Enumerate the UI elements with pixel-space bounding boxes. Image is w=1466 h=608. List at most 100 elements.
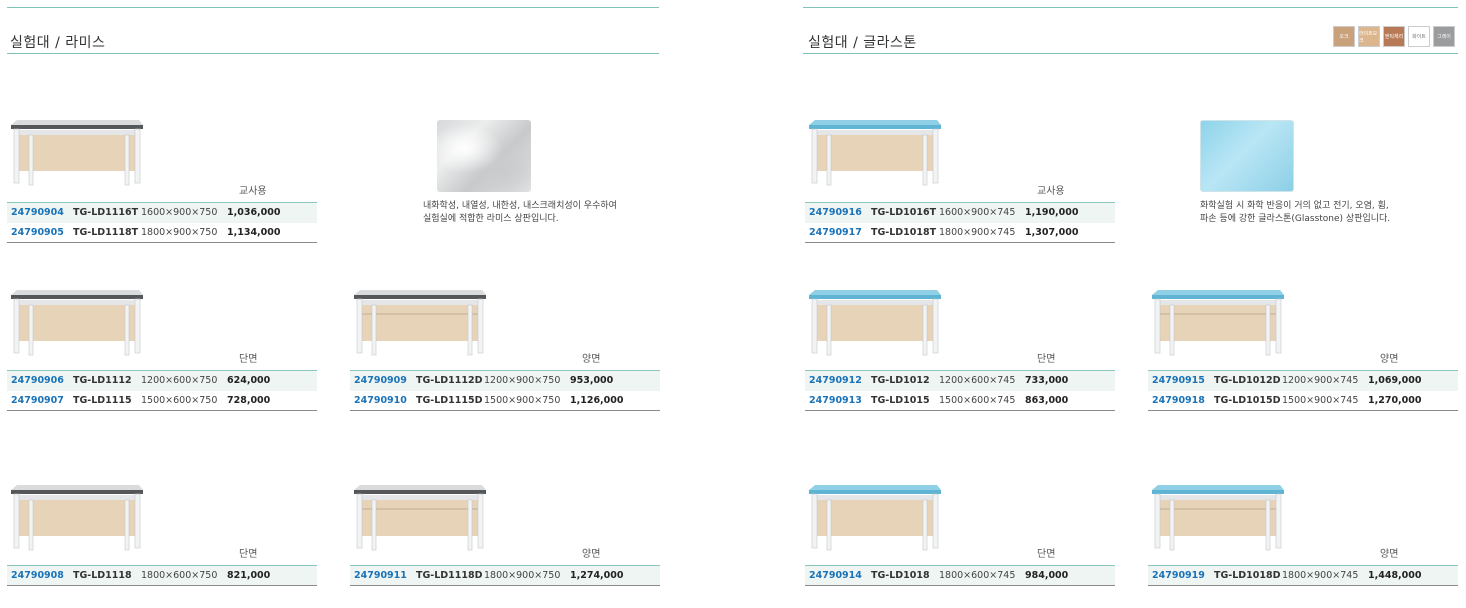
table-row: 24790905 TG-LD1118T 1800×900×750 1,134,000 [7, 223, 317, 243]
model-number: TG-LD1115 [73, 394, 132, 406]
table-row: 24790906 TG-LD1112 1200×600×750 624,000 [7, 370, 317, 391]
table-row: 24790919 TG-LD1018D 1800×900×745 1,448,000 [1148, 565, 1458, 586]
top-rule-right [803, 7, 1458, 8]
usage-label: 교사용 [239, 186, 267, 197]
dimensions: 1800×900×750 [484, 570, 561, 581]
table-row: 24790914 TG-LD1018 1800×600×745 984,000 [805, 565, 1115, 586]
lab-table-image [7, 288, 147, 363]
price: 1,448,000 [1368, 570, 1422, 581]
table-row: 24790912 TG-LD1012 1200×600×745 733,000 [805, 370, 1115, 391]
model-number: TG-LD1015 [871, 394, 930, 406]
product-code: 24790915 [1152, 375, 1205, 387]
usage-label: 교사용 [1037, 186, 1065, 197]
lamis-sample-image [437, 120, 531, 192]
section-title-left: 실험대 / 라미스 [10, 35, 106, 51]
usage-label: 양면 [582, 549, 601, 560]
top-rule-left [7, 7, 659, 8]
price: 863,000 [1025, 394, 1069, 406]
dimensions: 1200×900×745 [1282, 375, 1359, 387]
dimensions: 1200×600×745 [939, 375, 1016, 387]
lab-table-image [805, 483, 945, 558]
usage-label: 단면 [239, 354, 258, 365]
product-code: 24790909 [354, 375, 407, 387]
swatch-oak: 오크 [1333, 26, 1355, 47]
lamis-description: 내화학성, 내열성, 내한성, 내스크래치성이 우수하여 실험실에 적합한 라미… [423, 201, 617, 224]
table-row: 24790916 TG-LD1016T 1600×900×745 1,190,000 [805, 202, 1115, 223]
dimensions: 1500×900×750 [484, 394, 561, 406]
lab-table-image [805, 118, 945, 193]
model-number: TG-LD1118D [416, 570, 483, 581]
dimensions: 1800×900×745 [1282, 570, 1359, 581]
usage-label: 단면 [1037, 354, 1056, 365]
model-number: TG-LD1115D [416, 394, 483, 406]
product-code: 24790912 [809, 375, 862, 387]
title-rule-right [803, 53, 1458, 54]
model-number: TG-LD1118T [73, 226, 139, 238]
swatch-antique-cherry: 엔틱체리 [1383, 26, 1405, 47]
lab-table-image [805, 288, 945, 363]
dimensions: 1200×900×750 [484, 375, 561, 387]
dimensions: 1600×900×750 [141, 207, 218, 219]
product-code: 24790917 [809, 226, 862, 238]
table-row: 24790910 TG-LD1115D 1500×900×750 1,126,000 [350, 391, 660, 411]
price: 1,270,000 [1368, 394, 1422, 406]
price: 1,126,000 [570, 394, 624, 406]
model-number: TG-LD1112 [73, 375, 132, 387]
section-title-right: 실험대 / 글라스톤 [808, 35, 917, 51]
lab-table-image [7, 483, 147, 558]
table-row: 24790907 TG-LD1115 1500×600×750 728,000 [7, 391, 317, 411]
price: 1,307,000 [1025, 226, 1079, 238]
price: 953,000 [570, 375, 614, 387]
product-table: 24790915 TG-LD1012D 1200×900×745 1,069,000 2… [1148, 370, 1458, 411]
product-code: 24790910 [354, 394, 407, 406]
dimensions: 1800×600×745 [939, 570, 1016, 581]
table-row: 24790909 TG-LD1112D 1200×900×750 953,000 [350, 370, 660, 391]
table-row: 24790911 TG-LD1118D 1800×900×750 1,274,000 [350, 565, 660, 586]
product-code: 24790913 [809, 394, 862, 406]
price: 733,000 [1025, 375, 1069, 387]
product-table: 24790911 TG-LD1118D 1800×900×750 1,274,000 [350, 565, 660, 586]
model-number: TG-LD1018T [871, 226, 937, 238]
product-table: 24790916 TG-LD1016T 1600×900×745 1,190,000 2… [805, 202, 1115, 243]
usage-label: 단면 [1037, 549, 1056, 560]
usage-label: 단면 [239, 549, 258, 560]
table-row: 24790904 TG-LD1116T 1600×900×750 1,036,000 [7, 202, 317, 223]
dimensions: 1200×600×750 [141, 375, 218, 387]
swatch-white: 화이트 [1408, 26, 1430, 47]
model-number: TG-LD1018D [1214, 570, 1281, 581]
price: 1,036,000 [227, 207, 281, 219]
lab-table-image [1148, 483, 1288, 558]
dimensions: 1800×600×750 [141, 570, 218, 581]
product-code: 24790907 [11, 394, 64, 406]
model-number: TG-LD1016T [871, 207, 937, 219]
dimensions: 1800×900×750 [141, 226, 218, 238]
table-row: 24790908 TG-LD1118 1800×600×750 821,000 [7, 565, 317, 586]
product-code: 24790918 [1152, 394, 1205, 406]
product-code: 24790906 [11, 375, 64, 387]
product-table: 24790909 TG-LD1112D 1200×900×750 953,000 247… [350, 370, 660, 411]
lab-table-image [350, 483, 490, 558]
swatch-gray: 그레이 [1433, 26, 1455, 47]
color-swatches: 오크 라이트오크 엔틱체리 화이트 그레이 [1333, 26, 1455, 47]
model-number: TG-LD1112D [416, 375, 483, 387]
usage-label: 양면 [582, 354, 601, 365]
dimensions: 1800×900×745 [939, 226, 1016, 238]
product-table: 24790908 TG-LD1118 1800×600×750 821,000 [7, 565, 317, 586]
glasstone-sample-image [1200, 120, 1294, 192]
price: 984,000 [1025, 570, 1069, 581]
model-number: TG-LD1116T [73, 207, 139, 219]
table-row: 24790915 TG-LD1012D 1200×900×745 1,069,000 [1148, 370, 1458, 391]
product-code: 24790916 [809, 207, 862, 219]
product-code: 24790904 [11, 207, 64, 219]
price: 1,069,000 [1368, 375, 1422, 387]
product-table: 24790919 TG-LD1018D 1800×900×745 1,448,000 [1148, 565, 1458, 586]
model-number: TG-LD1012 [871, 375, 930, 387]
price: 624,000 [227, 375, 271, 387]
product-code: 24790908 [11, 570, 64, 581]
dimensions: 1600×900×745 [939, 207, 1016, 219]
swatch-light-oak: 라이트오크 [1358, 26, 1380, 47]
price: 821,000 [227, 570, 271, 581]
model-number: TG-LD1012D [1214, 375, 1281, 387]
title-rule-left [7, 53, 659, 54]
table-row: 24790913 TG-LD1015 1500×600×745 863,000 [805, 391, 1115, 411]
